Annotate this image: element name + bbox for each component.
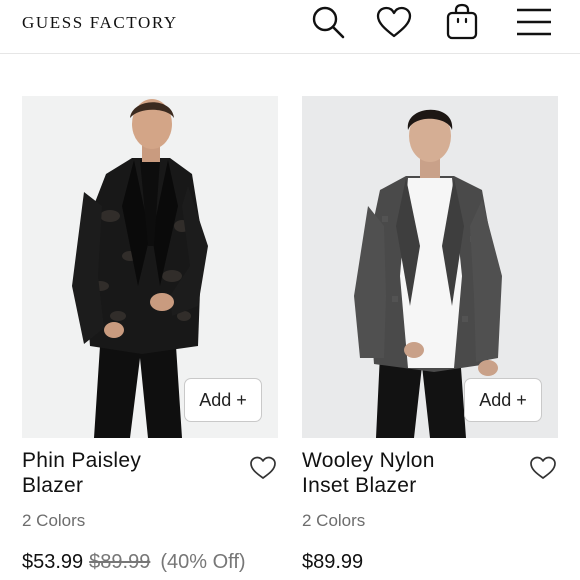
brand-logo[interactable]: GUESS FACTORY <box>22 13 178 33</box>
product-name-line2: Blazer <box>22 474 84 497</box>
heart-outline-icon <box>250 456 276 479</box>
top-header: GUESS FACTORY <box>0 0 580 54</box>
shopping-bag-icon <box>446 3 478 40</box>
search-button[interactable] <box>306 2 350 42</box>
price-row: $53.99 $89.99 (40% Off) <box>22 551 246 574</box>
heart-outline-icon <box>530 456 556 479</box>
original-price: $89.99 <box>89 551 151 573</box>
menu-icon <box>517 8 551 36</box>
wishlist-toggle[interactable] <box>248 452 278 482</box>
heart-icon <box>376 6 412 38</box>
color-count[interactable]: 2 Colors <box>22 511 85 531</box>
color-count[interactable]: 2 Colors <box>302 511 365 531</box>
wishlist-toggle[interactable] <box>528 452 558 482</box>
product-name-line1: Wooley Nylon <box>302 449 435 472</box>
product-image[interactable]: Add + <box>302 96 558 438</box>
product-name[interactable]: Wooley Nylon Inset Blazer <box>302 448 512 498</box>
bag-button[interactable] <box>440 2 484 42</box>
product-card[interactable]: Add + Phin Paisley Blazer 2 Colors $53.9… <box>22 96 278 573</box>
product-name-line2: Inset Blazer <box>302 474 417 497</box>
search-icon <box>312 6 345 39</box>
sale-price: $53.99 <box>22 551 84 573</box>
wishlist-button[interactable] <box>372 2 416 42</box>
add-to-cart-button[interactable]: Add + <box>464 378 542 422</box>
price: $89.99 <box>302 551 364 573</box>
product-image[interactable]: Add + <box>22 96 278 438</box>
product-name[interactable]: Phin Paisley Blazer <box>22 448 232 498</box>
menu-button[interactable] <box>512 2 556 42</box>
price-row: $89.99 <box>302 551 363 574</box>
add-to-cart-button[interactable]: Add + <box>184 378 262 422</box>
discount-label: (40% Off) <box>160 551 246 573</box>
product-card[interactable]: Add + Wooley Nylon Inset Blazer 2 Colors… <box>302 96 558 573</box>
product-name-line1: Phin Paisley <box>22 449 142 472</box>
